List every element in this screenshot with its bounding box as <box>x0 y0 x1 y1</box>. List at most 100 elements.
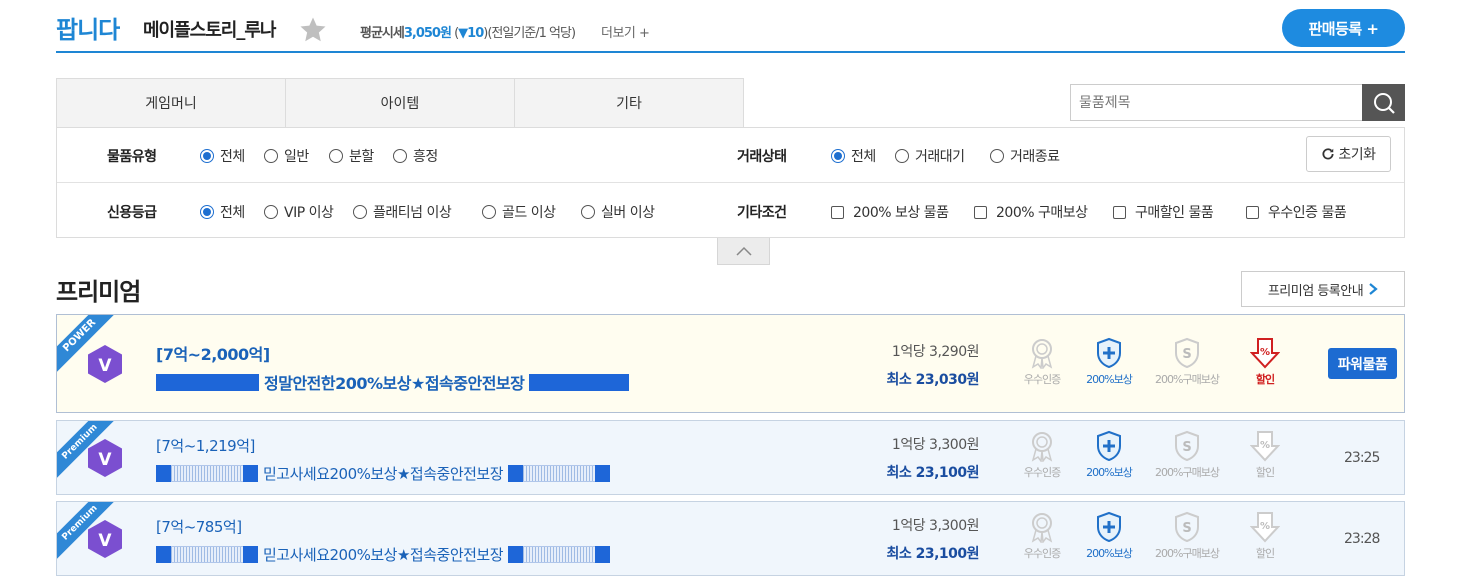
radio-credit-all[interactable]: 전체 <box>200 202 245 222</box>
radio-off-icon <box>393 149 407 163</box>
svg-text:S: S <box>1182 440 1191 455</box>
sell-register-button[interactable]: 판매등록 + <box>1282 9 1405 47</box>
premium-guide-button[interactable]: 프리미엄 등록안내 <box>1241 271 1405 307</box>
shield-plus-icon <box>1097 511 1121 543</box>
discount-arrow-icon: % <box>1250 512 1280 543</box>
chevron-up-icon <box>735 246 752 256</box>
listing-title[interactable]: 정말안전한200%보상★접속중안전보장 <box>156 370 630 394</box>
reset-button[interactable]: 초기화 <box>1306 136 1391 172</box>
svg-text:V: V <box>98 450 112 470</box>
radio-credit-platinum[interactable]: 플래티넘 이상 <box>353 202 452 222</box>
checkbox-200-buy-reward[interactable]: 200% 구매보상 <box>974 202 1088 222</box>
radio-off-icon <box>990 149 1004 163</box>
medal-icon <box>1031 513 1053 543</box>
redacted-bar <box>156 373 259 391</box>
reward-200-badge: 200%보상 <box>1074 337 1144 387</box>
medal-icon <box>1031 432 1053 462</box>
radio-off-icon <box>581 205 595 219</box>
listing-range: [7억~2,000억] <box>156 345 270 364</box>
reward-200-badge: 200%보상 <box>1074 430 1144 480</box>
refresh-icon <box>1322 148 1334 160</box>
radio-status-all[interactable]: 전체 <box>831 146 876 166</box>
redacted-bar <box>243 465 258 482</box>
minimum-price: 최소 23,030원 <box>886 372 979 388</box>
shield-s-icon: S <box>1175 511 1199 543</box>
tab-etc[interactable]: 기타 <box>514 78 744 128</box>
radio-type-split[interactable]: 분할 <box>329 146 374 166</box>
radio-credit-vip[interactable]: VIP 이상 <box>264 202 334 222</box>
listing-title[interactable]: 믿고사세요200%보상★접속중안전보장 <box>156 463 611 484</box>
radio-off-icon <box>329 149 343 163</box>
excellent-cert-badge: 우수인증 <box>1007 337 1077 387</box>
vip-grade-icon: V <box>88 345 122 383</box>
redacted-bar <box>523 465 596 482</box>
radio-status-waiting[interactable]: 거래대기 <box>895 146 965 166</box>
shield-plus-icon <box>1097 430 1121 462</box>
radio-type-normal[interactable]: 일반 <box>264 146 309 166</box>
listing-title[interactable]: 믿고사세요200%보상★접속중안전보장 <box>156 544 611 565</box>
radio-off-icon <box>353 205 367 219</box>
premium-section-title: 프리미엄 <box>56 278 141 306</box>
price-per-unit: 1억당 3,290원 <box>891 344 980 360</box>
radio-off-icon <box>264 149 278 163</box>
radio-on-icon <box>200 149 214 163</box>
svg-text:V: V <box>98 531 112 551</box>
listing-row-premium[interactable]: Premium V [7억~1,219억] 믿고사세요200%보상★접속중안전보… <box>56 420 1405 495</box>
listing-range: [7억~1,219억] <box>156 437 255 455</box>
search-button[interactable] <box>1362 84 1405 121</box>
game-server-name: 메이플스토리_루나 <box>143 20 276 41</box>
chevron-right-icon <box>1369 283 1378 295</box>
favorite-star-icon[interactable] <box>298 15 328 45</box>
radio-credit-silver[interactable]: 실버 이상 <box>581 202 655 222</box>
radio-type-negotiate[interactable]: 흥정 <box>393 146 438 166</box>
radio-off-icon <box>482 205 496 219</box>
listing-time: 23:28 <box>1344 531 1380 547</box>
buy-reward-200-badge: S 200%구매보상 <box>1152 511 1222 561</box>
tab-item[interactable]: 아이템 <box>285 78 514 128</box>
more-link[interactable]: 더보기 + <box>601 22 650 41</box>
category-tabs: 게임머니 아이템 기타 <box>56 78 744 128</box>
tab-game-money[interactable]: 게임머니 <box>56 78 285 128</box>
redacted-bar <box>171 546 243 563</box>
radio-type-all[interactable]: 전체 <box>200 146 245 166</box>
redacted-bar <box>523 546 596 563</box>
power-item-button[interactable]: 파워물품 <box>1328 348 1397 379</box>
redacted-bar <box>171 465 243 482</box>
collapse-filter-button[interactable] <box>717 238 770 265</box>
search-input[interactable] <box>1070 84 1363 121</box>
checkbox-excellent-cert[interactable]: 우수인증 물품 <box>1246 202 1347 222</box>
price-per-unit: 1억당 3,300원 <box>891 518 980 534</box>
filter-label-type: 물품유형 <box>107 149 157 165</box>
checkbox-buy-discount[interactable]: 구매할인 물품 <box>1113 202 1214 222</box>
svg-text:%: % <box>1260 521 1270 532</box>
header-divider <box>56 51 1405 53</box>
redacted-bar <box>508 546 524 563</box>
filter-label-status: 거래상태 <box>737 149 787 165</box>
checkbox-200-reward[interactable]: 200% 보상 물품 <box>831 202 949 222</box>
radio-on-icon <box>831 149 845 163</box>
average-price: 평균시세3,050원 (▼10)(전일기준/1 억당) <box>360 26 576 41</box>
shield-plus-icon <box>1097 337 1121 369</box>
svg-text:%: % <box>1260 440 1270 451</box>
discount-arrow-icon: % <box>1250 431 1280 462</box>
medal-icon <box>1031 339 1053 369</box>
vip-grade-icon: V <box>88 520 122 558</box>
radio-status-done[interactable]: 거래종료 <box>990 146 1060 166</box>
excellent-cert-badge: 우수인증 <box>1007 511 1077 561</box>
page-title: 팝니다 <box>56 16 120 44</box>
checkbox-icon <box>1113 205 1126 219</box>
minimum-price: 최소 23,100원 <box>886 465 979 481</box>
listing-row-power[interactable]: POWER V [7억~2,000억] 정말안전한200%보상★접속중안전보장 … <box>56 314 1405 413</box>
minimum-price: 최소 23,100원 <box>886 546 979 562</box>
discount-arrow-icon: % <box>1250 338 1280 369</box>
vip-grade-icon: V <box>88 439 122 477</box>
filter-label-etc: 기타조건 <box>737 205 787 221</box>
filter-divider <box>57 182 1404 183</box>
svg-text:V: V <box>98 356 112 376</box>
reward-200-badge: 200%보상 <box>1074 511 1144 561</box>
listing-range: [7억~785억] <box>156 518 242 536</box>
redacted-bar <box>156 465 171 482</box>
radio-credit-gold[interactable]: 골드 이상 <box>482 202 556 222</box>
listing-row-premium[interactable]: Premium V [7억~785억] 믿고사세요200%보상★접속중안전보장 … <box>56 501 1405 576</box>
svg-text:%: % <box>1260 347 1270 358</box>
